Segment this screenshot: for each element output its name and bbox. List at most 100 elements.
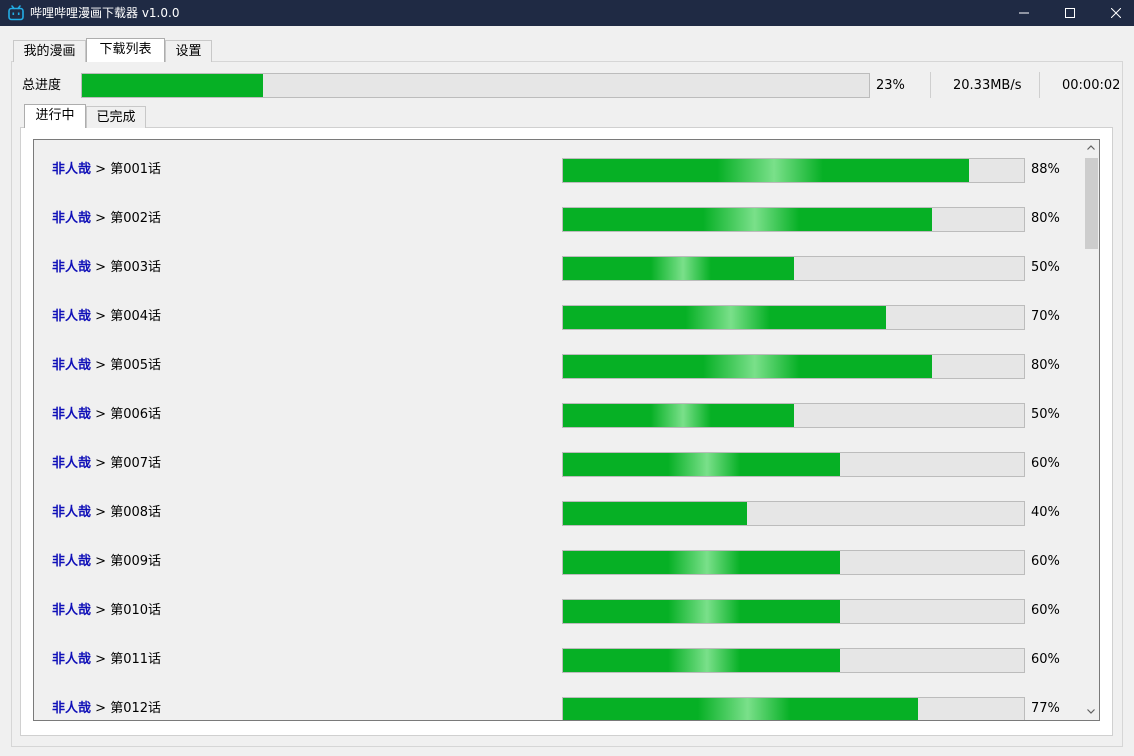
download-item-title: 非人哉 > 第006话 [52,407,161,423]
scrollbar-thumb[interactable] [1085,158,1098,249]
download-row[interactable]: 非人哉 > 第007话 60% [34,434,1084,483]
chapter-name: 第006话 [110,407,162,422]
chapter-progress-percent: 60% [1031,603,1060,618]
chapter-progress-bar [562,207,1025,232]
breadcrumb-separator: > [95,505,107,520]
title-bar[interactable]: 哔哩哔哩漫画下载器 v1.0.0 [0,0,1134,26]
download-row[interactable]: 非人哉 > 第009话 60% [34,532,1084,581]
download-row[interactable]: 非人哉 > 第003话 50% [34,238,1084,287]
bilibili-tv-icon [8,5,24,21]
chapter-progress-bar [562,550,1025,575]
chapter-name: 第009话 [110,554,162,569]
chapter-progress-fill [563,208,932,231]
chapter-name: 第005话 [110,358,162,373]
download-list[interactable]: 非人哉 > 第001话 88% 非人哉 > 第002话 80% 非人哉 > 第003话 5… [33,139,1100,721]
chapter-progress-fill [563,355,932,378]
breadcrumb-separator: > [95,701,107,716]
chapter-progress-percent: 60% [1031,456,1060,471]
chapter-progress-fill [563,600,840,623]
series-link[interactable]: 非人哉 [52,358,91,373]
tab-in-progress[interactable]: 进行中 [24,104,86,128]
download-row[interactable]: 非人哉 > 第001话 88% [34,140,1084,189]
download-row[interactable]: 非人哉 > 第010话 60% [34,581,1084,630]
breadcrumb-separator: > [95,211,107,226]
chapter-name: 第012话 [110,701,162,716]
download-item-title: 非人哉 > 第010话 [52,603,161,619]
tab-download-list[interactable]: 下载列表 [86,38,165,62]
series-link[interactable]: 非人哉 [52,407,91,422]
download-row[interactable]: 非人哉 > 第002话 80% [34,189,1084,238]
chapter-progress-percent: 70% [1031,309,1060,324]
close-button[interactable] [1093,0,1134,26]
chapter-progress-bar [562,305,1025,330]
download-row[interactable]: 非人哉 > 第011话 60% [34,630,1084,679]
overall-progress-percent: 23% [876,78,905,93]
maximize-icon [1065,8,1075,18]
tab-settings[interactable]: 设置 [165,40,212,62]
download-row[interactable]: 非人哉 > 第012话 77% [34,679,1084,720]
series-link[interactable]: 非人哉 [52,456,91,471]
scroll-up-button[interactable] [1083,140,1099,156]
download-row[interactable]: 非人哉 > 第006话 50% [34,385,1084,434]
close-icon [1111,8,1121,18]
download-item-title: 非人哉 > 第003话 [52,260,161,276]
chapter-progress-percent: 50% [1031,260,1060,275]
breadcrumb-separator: > [95,260,107,275]
chapter-progress-bar [562,256,1025,281]
tab-completed[interactable]: 已完成 [86,106,146,128]
window-title: 哔哩哔哩漫画下载器 v1.0.0 [30,6,180,20]
tab-my-comics[interactable]: 我的漫画 [13,40,86,62]
breadcrumb-separator: > [95,456,107,471]
scroll-down-button[interactable] [1083,704,1099,720]
maximize-button[interactable] [1047,0,1093,26]
chapter-progress-bar [562,501,1025,526]
download-item-title: 非人哉 > 第008话 [52,505,161,521]
series-link[interactable]: 非人哉 [52,554,91,569]
chevron-up-icon [1087,145,1095,150]
chapter-progress-bar [562,697,1025,720]
chapter-name: 第003话 [110,260,162,275]
series-link[interactable]: 非人哉 [52,260,91,275]
series-link[interactable]: 非人哉 [52,505,91,520]
elapsed-time: 00:00:02 [1062,78,1121,93]
vertical-scrollbar[interactable] [1083,140,1099,720]
series-link[interactable]: 非人哉 [52,162,91,177]
series-link[interactable]: 非人哉 [52,701,91,716]
chapter-progress-percent: 50% [1031,407,1060,422]
download-item-title: 非人哉 > 第011话 [52,652,161,668]
download-speed: 20.33MB/s [953,78,1022,93]
chapter-progress-bar [562,648,1025,673]
chapter-name: 第011话 [110,652,162,667]
minimize-button[interactable] [1001,0,1047,26]
series-link[interactable]: 非人哉 [52,652,91,667]
download-row[interactable]: 非人哉 > 第005话 80% [34,336,1084,385]
download-row[interactable]: 非人哉 > 第004话 70% [34,287,1084,336]
chapter-progress-bar [562,599,1025,624]
series-link[interactable]: 非人哉 [52,603,91,618]
chapter-name: 第008话 [110,505,162,520]
chapter-progress-fill [563,306,886,329]
chapter-progress-fill [563,502,748,525]
overall-progress-fill [82,74,263,97]
divider [1039,72,1040,98]
chapter-name: 第004话 [110,309,162,324]
chapter-progress-fill [563,698,918,720]
chapter-progress-bar [562,403,1025,428]
download-item-title: 非人哉 > 第012话 [52,701,161,717]
series-link[interactable]: 非人哉 [52,211,91,226]
breadcrumb-separator: > [95,309,107,324]
download-item-title: 非人哉 > 第002话 [52,211,161,227]
chapter-progress-percent: 80% [1031,358,1060,373]
chapter-progress-fill [563,257,794,280]
series-link[interactable]: 非人哉 [52,309,91,324]
overall-progress-label: 总进度 [22,78,62,93]
divider [930,72,931,98]
download-row[interactable]: 非人哉 > 第008话 40% [34,483,1084,532]
chapter-progress-bar [562,158,1025,183]
chapter-progress-percent: 88% [1031,162,1060,177]
download-item-title: 非人哉 > 第007话 [52,456,161,472]
chapter-progress-percent: 80% [1031,211,1060,226]
chapter-progress-fill [563,453,840,476]
chapter-progress-fill [563,551,840,574]
breadcrumb-separator: > [95,603,107,618]
